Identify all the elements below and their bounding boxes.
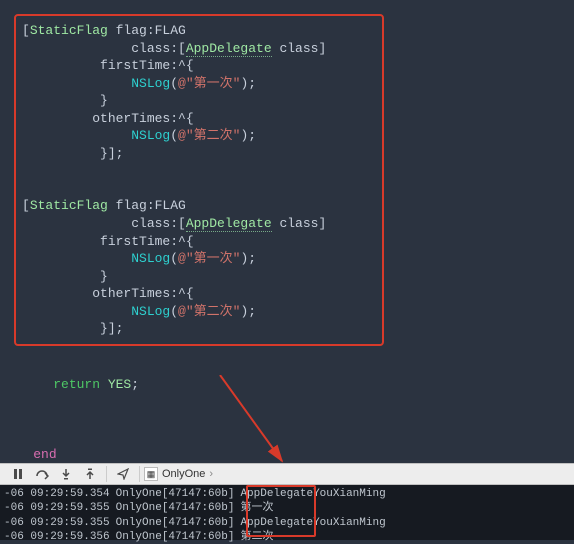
code-line: } — [22, 268, 376, 286]
continue-button[interactable] — [30, 464, 54, 484]
console-row: -06 09:29:59.355OnlyOne[47147:60b]AppDel… — [4, 516, 570, 530]
return-statement: return YES; — [0, 356, 574, 415]
code-line — [22, 180, 376, 198]
pause-button[interactable] — [6, 464, 30, 484]
console-row: -06 09:29:59.356OnlyOne[47147:60b]第二次 — [4, 530, 570, 544]
code-line: [StaticFlag flag:FLAG — [22, 22, 376, 40]
code-line: firstTime:^{ — [22, 57, 376, 75]
code-line: class:[AppDelegate class] — [22, 215, 376, 233]
step-in-button[interactable] — [54, 464, 78, 484]
highlight-box: [StaticFlag flag:FLAG class:[AppDelegate… — [14, 14, 384, 346]
code-line: otherTimes:^{ — [22, 285, 376, 303]
code-line: class:[AppDelegate class] — [22, 40, 376, 58]
debug-location-button[interactable] — [111, 464, 135, 484]
scheme-icon: ▦ — [144, 467, 158, 481]
step-over-icon — [35, 468, 49, 480]
step-out-button[interactable] — [78, 464, 102, 484]
code-line: NSLog(@"第一次"); — [22, 250, 376, 268]
step-in-icon — [60, 468, 72, 480]
pause-icon — [13, 468, 23, 480]
code-line: }]; — [22, 145, 376, 163]
debug-toolbar: ▦ OnlyOne › — [0, 463, 574, 485]
toolbar-separator — [106, 466, 107, 482]
code-line: firstTime:^{ — [22, 233, 376, 251]
code-editor[interactable]: [StaticFlag flag:FLAG class:[AppDelegate… — [0, 0, 574, 481]
code-line: NSLog(@"第二次"); — [22, 127, 376, 145]
console-row: -06 09:29:59.354OnlyOne[47147:60b]AppDel… — [4, 487, 570, 501]
step-out-icon — [84, 468, 96, 480]
code-line: }]; — [22, 320, 376, 338]
location-icon — [117, 468, 129, 480]
code-line: NSLog(@"第二次"); — [22, 303, 376, 321]
console-row: -06 09:29:59.355OnlyOne[47147:60b]第一次 — [4, 501, 570, 515]
code-line — [22, 162, 376, 180]
code-line: [StaticFlag flag:FLAG — [22, 197, 376, 215]
scheme-label: OnlyOne — [162, 468, 205, 480]
code-line: NSLog(@"第一次"); — [22, 75, 376, 93]
code-line: } — [22, 92, 376, 110]
chevron-right-icon: › — [209, 468, 213, 480]
toolbar-separator — [139, 466, 140, 482]
console-output[interactable]: -06 09:29:59.354OnlyOne[47147:60b]AppDel… — [0, 485, 574, 540]
code-line: otherTimes:^{ — [22, 110, 376, 128]
scheme-selector[interactable]: ▦ OnlyOne › — [144, 467, 213, 481]
